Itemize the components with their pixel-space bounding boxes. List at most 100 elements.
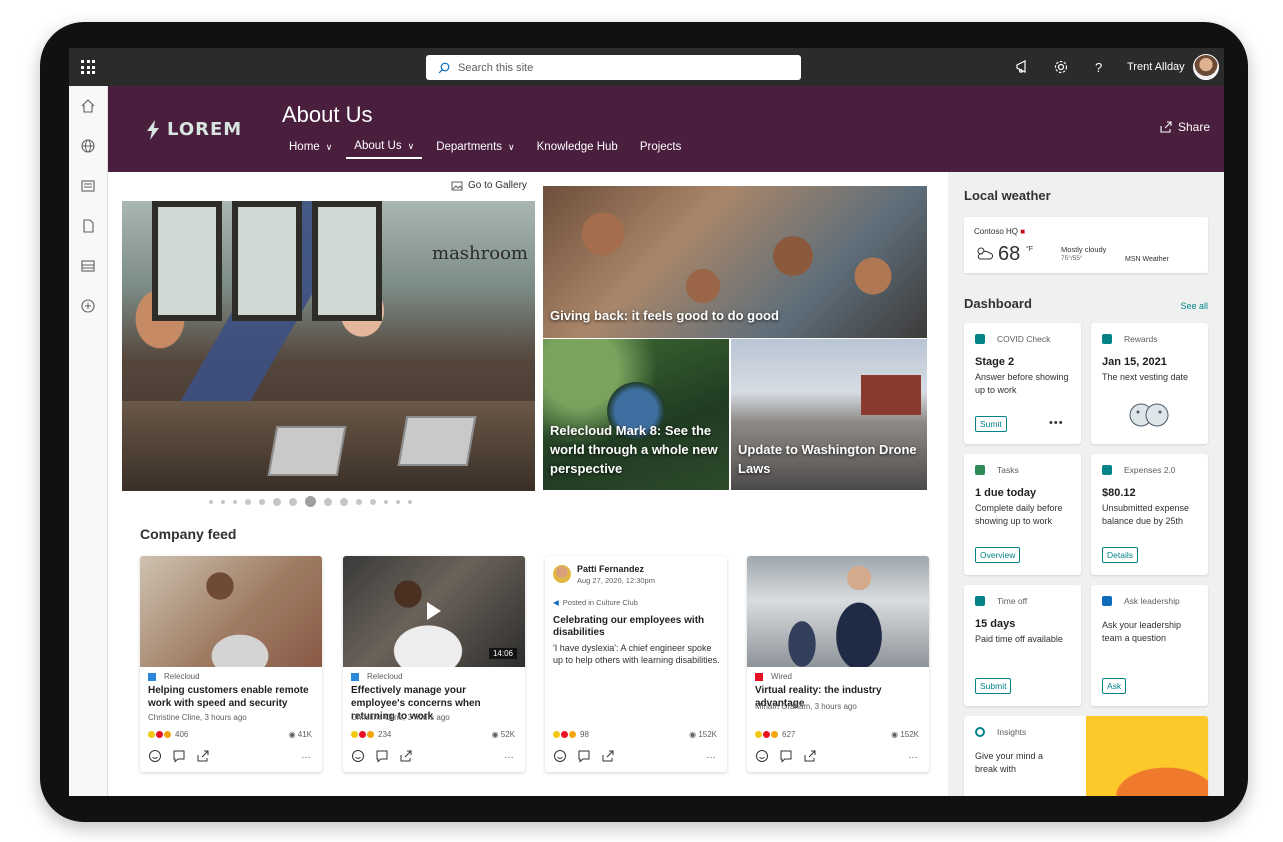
carousel-dot[interactable] [209,499,213,504]
more-options-icon[interactable]: … [301,750,312,761]
feed-card[interactable]: 14:06 Relecloud Effectively manage your … [343,556,525,772]
share-button[interactable]: Share [1160,120,1210,134]
nav-item-about-us[interactable]: About Us ∨ [346,140,423,159]
reaction-summary[interactable]: 406 [148,730,188,739]
hero-tile-drone-laws[interactable]: Update to Washington Drone Laws [731,339,927,490]
carousel-dot[interactable] [396,499,400,504]
nav-item-projects[interactable]: Projects [640,140,682,159]
help-icon[interactable]: ? [1090,58,1108,76]
hero-tile-giving-back[interactable]: Giving back: it feels good to do good [543,186,927,338]
carousel-dot[interactable] [370,498,376,505]
carousel-dot[interactable] [305,496,316,507]
reaction-summary[interactable]: 627 [755,730,795,739]
carousel-dot[interactable] [273,497,281,506]
hero-main-image[interactable]: mashroom [122,201,535,491]
like-icon [351,731,358,738]
share-icon[interactable] [399,749,413,763]
sumit-button[interactable]: Sumit [975,416,1007,432]
overview-button[interactable]: Overview [975,547,1021,563]
nav-label: Departments [436,141,503,153]
weather-card[interactable]: Contoso HQ ■ 68 °F Mostly cloudy 75°/55°… [964,217,1208,273]
add-icon[interactable] [80,298,96,314]
post-category-label: Posted in Culture Club [562,598,638,607]
reaction-summary[interactable]: 234 [351,730,391,739]
megaphone-icon[interactable] [1014,58,1032,76]
home-icon[interactable] [80,98,96,114]
see-all-link[interactable]: See all [1180,301,1208,311]
dashboard-card-covid-check[interactable]: COVID Check Stage 2 Answer before showin… [964,323,1081,444]
list-icon[interactable] [80,258,96,274]
carousel-dot[interactable] [408,499,412,504]
play-icon[interactable] [427,602,441,620]
nav-item-departments[interactable]: Departments ∨ [436,140,514,159]
submit-button[interactable]: Submit [975,678,1012,694]
details-button[interactable]: Details [1102,547,1138,563]
search-input[interactable]: Search this site [426,55,801,80]
carousel-dot[interactable] [259,498,265,505]
dashboard-card-insights[interactable]: Insights Give your mind a break with [964,716,1208,796]
user-name[interactable]: Trent Allday [1127,61,1185,73]
nav-label: Home [289,141,320,153]
share-icon[interactable] [803,749,817,763]
feed-card[interactable]: Relecloud Helping customers enable remot… [140,556,322,772]
post-category[interactable]: ◀ Posted in Culture Club [553,598,638,607]
feed-card[interactable]: Wired Virtual reality: the industry adva… [747,556,929,772]
comment-icon[interactable] [779,749,793,763]
comment-icon[interactable] [577,749,591,763]
hero-tile-relecloud[interactable]: Relecloud Mark 8: See the world through … [543,339,729,490]
file-icon[interactable] [80,218,96,234]
comment-icon[interactable] [172,749,186,763]
dashboard-card-expenses[interactable]: Expenses 2.0 $80.12 Unsubmitted expense … [1091,454,1208,575]
more-options-icon[interactable]: … [706,750,717,761]
avatar[interactable] [1193,54,1219,80]
dashboard-card-ask-leadership[interactable]: Ask leadership Ask your leadership team … [1091,585,1208,706]
carousel-dot[interactable] [289,497,297,506]
go-to-gallery-link[interactable]: Go to Gallery [451,180,527,191]
more-options-icon[interactable]: … [908,750,919,761]
page-title: About Us [282,102,373,127]
news-icon[interactable] [80,178,96,194]
card-header: Insights [975,727,1026,737]
share-icon[interactable] [196,749,210,763]
carousel-dot[interactable] [340,497,348,506]
nav-item-home[interactable]: Home ∨ [289,140,332,159]
relecloud-icon [148,672,156,681]
comment-icon[interactable] [375,749,389,763]
dashboard-card-time-off[interactable]: Time off 15 days Paid time off available… [964,585,1081,706]
weather-provider[interactable]: MSN Weather [1125,256,1169,263]
reaction-count: 627 [782,730,796,739]
app-launcher-icon[interactable] [81,60,95,74]
carousel-dot[interactable] [324,497,332,506]
coins-illustration-icon [1129,403,1169,427]
card-headline: Jan 15, 2021 [1102,356,1167,368]
window-decor [152,201,222,321]
carousel-pagination[interactable] [209,496,420,507]
react-icon[interactable] [755,749,769,763]
react-icon[interactable] [148,749,162,763]
card-label: Time off [997,596,1028,606]
avatar[interactable] [553,565,571,583]
carousel-dot[interactable] [221,499,225,504]
carousel-dot[interactable] [384,499,388,504]
dashboard-title: Dashboard [964,296,1032,311]
megaphone-icon: ◀ [553,598,559,607]
react-icon[interactable] [351,749,365,763]
feed-post-card[interactable]: Patti Fernandez Aug 27, 2020, 12:30pm ◀ P… [545,556,727,772]
globe-icon[interactable] [80,138,96,154]
weather-title: Local weather [964,188,1051,203]
ask-button[interactable]: Ask [1102,678,1127,694]
share-icon[interactable] [601,749,615,763]
carousel-dot[interactable] [233,499,237,504]
nav-item-knowledge-hub[interactable]: Knowledge Hub [537,140,618,159]
more-options-icon[interactable]: … [504,750,515,761]
reaction-summary[interactable]: 98 [553,730,589,739]
carousel-dot[interactable] [245,498,251,505]
dashboard-card-tasks[interactable]: Tasks 1 due today Complete daily before … [964,454,1081,575]
more-options-icon[interactable]: ••• [1049,417,1064,429]
dashboard-card-rewards[interactable]: Rewards Jan 15, 2021 The next vesting da… [1091,323,1208,444]
react-icon[interactable] [553,749,567,763]
gear-icon[interactable] [1052,58,1070,76]
site-logo[interactable]: LOREM [146,119,242,140]
post-author[interactable]: Patti Fernandez [577,564,644,574]
carousel-dot[interactable] [356,498,362,505]
